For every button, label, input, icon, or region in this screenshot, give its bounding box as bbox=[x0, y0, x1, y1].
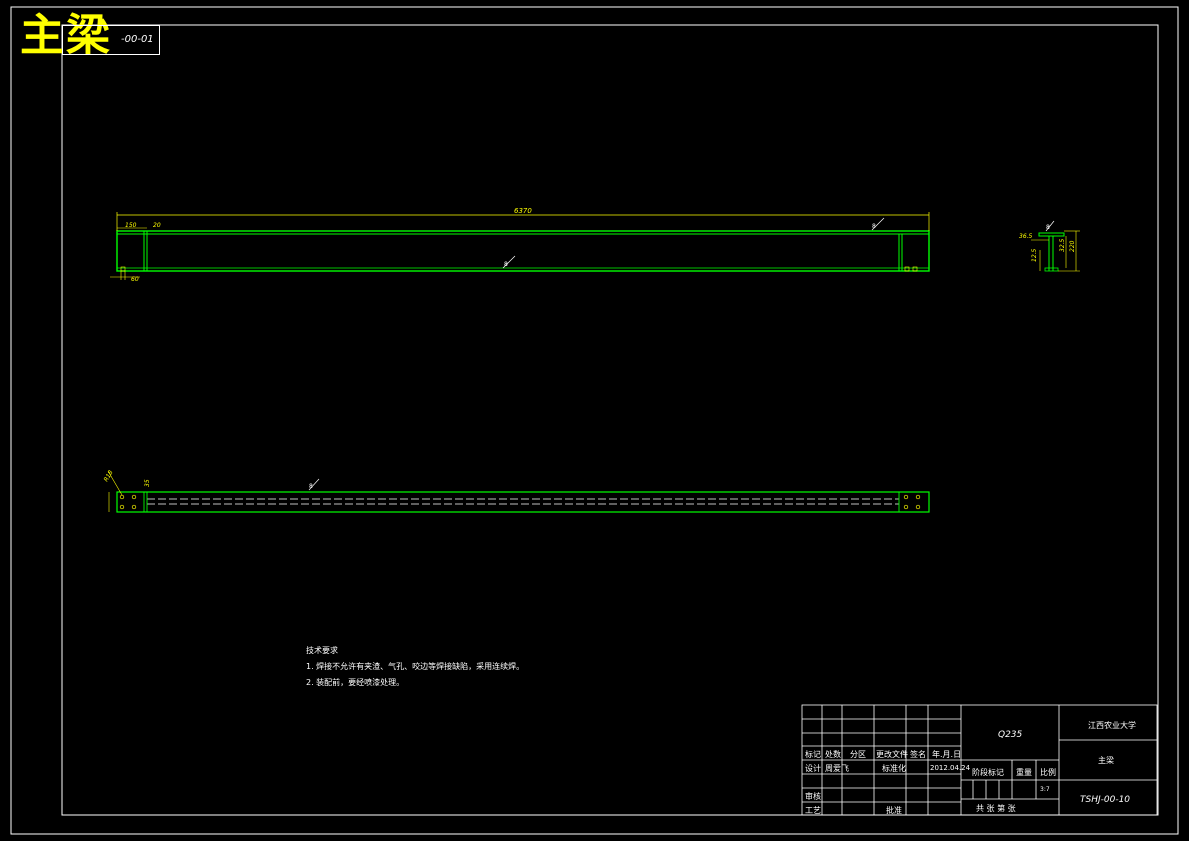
bolt-hole bbox=[903, 494, 909, 500]
tech-item-1: 1. 焊接不允许有夹渣、气孔、咬边等焊接缺陷，采用连续焊。 bbox=[306, 662, 525, 671]
side-dim-h1: 32.5 bbox=[1059, 238, 1066, 252]
bolt-hole bbox=[131, 494, 137, 500]
front-view: 6370 150 20 60 8 8 bbox=[110, 207, 930, 283]
plan-view: R18 35 8 bbox=[103, 469, 930, 513]
svg-text:8: 8 bbox=[872, 223, 876, 230]
tb-designer: 周爱飞 bbox=[825, 764, 849, 773]
bolt-hole bbox=[903, 504, 909, 510]
inner-frame bbox=[61, 24, 1159, 816]
tb-weight: 重量 bbox=[1016, 768, 1032, 777]
bolt-hole bbox=[119, 494, 125, 500]
tb-drawing-number: TSHJ-00-10 bbox=[1080, 795, 1131, 805]
tech-item-2: 2. 装配前，要经喷漆处理。 bbox=[306, 678, 405, 687]
bolt-hole bbox=[119, 504, 125, 510]
tb-signature: 签名 bbox=[910, 750, 926, 759]
tb-scale: 比例 bbox=[1040, 768, 1056, 777]
technical-requirements: 技术要求 1. 焊接不允许有夹渣、气孔、咬边等焊接缺陷，采用连续焊。 2. 装配… bbox=[306, 643, 524, 691]
tb-count: 处数 bbox=[825, 750, 841, 759]
bolt-hole bbox=[915, 494, 921, 500]
side-top-flange bbox=[1038, 232, 1065, 237]
plan-weld-label: 8 bbox=[309, 483, 313, 490]
tb-change-doc: 更改文件 bbox=[876, 750, 908, 759]
plan-dim-leader: R18 bbox=[103, 469, 115, 483]
beam-outline bbox=[116, 230, 930, 272]
plan-outline bbox=[116, 491, 930, 513]
side-weld-label: 8 bbox=[1046, 224, 1050, 231]
side-view: 220 32.5 36.5 12.5 8 bbox=[1019, 220, 1080, 272]
tb-sheets: 共 张 第 张 bbox=[976, 804, 1016, 813]
plan-dim-leader-line bbox=[107, 470, 123, 496]
bolt-hole bbox=[915, 504, 921, 510]
tb-mark: 标记 bbox=[805, 750, 821, 759]
svg-text:8: 8 bbox=[504, 261, 508, 268]
side-dim-h2: 220 bbox=[1069, 240, 1076, 252]
tb-part-name: 主梁 bbox=[1098, 756, 1114, 765]
tb-stage-mark: 阶段标记 bbox=[972, 768, 1004, 777]
weld-symbol-front-2: 8 bbox=[871, 217, 885, 231]
plan-dim-35: 35 bbox=[144, 479, 151, 487]
drawing-code-text: -00-01 bbox=[121, 34, 154, 45]
tb-scale-value: 3:7 bbox=[1040, 786, 1050, 793]
tb-date-ymd: 年.月.日 bbox=[932, 750, 962, 759]
tb-design: 设计 bbox=[805, 764, 821, 773]
tb-approve: 批准 bbox=[886, 806, 902, 815]
dim-overall-length: 6370 bbox=[514, 207, 532, 215]
dim-web-thickness: 20 bbox=[153, 222, 161, 229]
outer-frame bbox=[10, 6, 1179, 835]
dim-bottom-small: 60 bbox=[131, 276, 139, 283]
tb-zone: 分区 bbox=[850, 750, 866, 759]
drawing-canvas: 6370 150 20 60 8 8 220 32.5 36.5 12.5 8 … bbox=[10, 6, 1179, 835]
tb-review: 审核 bbox=[805, 792, 821, 801]
tb-standardization: 标准化 bbox=[882, 764, 906, 773]
side-bottom bbox=[1044, 267, 1059, 272]
side-dim-h3: 12.5 bbox=[1031, 248, 1038, 262]
drawing-code-box: -00-01 bbox=[62, 25, 160, 55]
side-dim-w: 36.5 bbox=[1019, 233, 1033, 240]
dim-left-offset: 150 bbox=[125, 222, 137, 229]
bolt-hole bbox=[131, 504, 137, 510]
tb-process: 工艺 bbox=[805, 806, 821, 815]
tb-school: 江西农业大学 bbox=[1088, 721, 1136, 730]
weld-symbol-front-1: 8 bbox=[502, 255, 516, 269]
tb-material: Q235 bbox=[998, 730, 1023, 740]
tb-date-value: 2012.04.24 bbox=[930, 764, 971, 772]
tech-heading: 技术要求 bbox=[306, 646, 338, 655]
